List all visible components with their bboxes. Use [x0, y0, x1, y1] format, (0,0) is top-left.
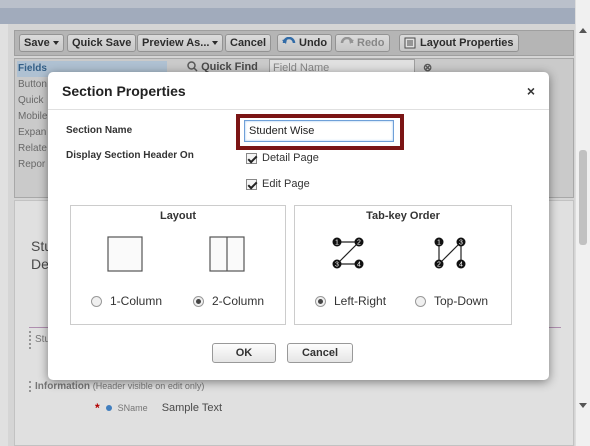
layout-panel-title: Layout	[159, 210, 197, 222]
page-scrollbar[interactable]	[575, 0, 590, 446]
tabkey-order-panel: Tab-key Order 1 2 3 4 1 3 2 4 Left-Right…	[294, 205, 512, 325]
svg-text:2: 2	[437, 262, 441, 269]
edit-page-checkbox-row[interactable]: Edit Page	[246, 178, 310, 190]
section-properties-dialog: Section Properties × Section Name Displa…	[48, 72, 549, 380]
top-down-option[interactable]: Top-Down	[415, 294, 488, 308]
scroll-down-icon[interactable]	[579, 403, 587, 408]
section-name-label: Section Name	[66, 125, 133, 136]
left-right-radio[interactable]	[315, 295, 326, 307]
detail-page-checkbox-row[interactable]: Detail Page	[246, 152, 319, 164]
scroll-up-icon[interactable]	[579, 28, 587, 33]
top-down-label: Top-Down	[434, 294, 489, 308]
top-down-radio[interactable]	[415, 295, 426, 307]
dialog-header: Section Properties ×	[48, 72, 549, 110]
scroll-thumb[interactable]	[579, 150, 587, 245]
edit-page-checkbox[interactable]	[246, 178, 257, 190]
display-header-label: Display Section Header On	[66, 150, 194, 161]
one-column-layout-icon[interactable]	[107, 236, 143, 272]
dialog-title: Section Properties	[62, 83, 186, 99]
svg-text:4: 4	[357, 262, 361, 269]
one-column-label: 1-Column	[110, 294, 163, 308]
left-right-order-icon[interactable]: 1 2 3 4	[331, 236, 365, 270]
svg-text:3: 3	[335, 262, 339, 269]
one-column-radio[interactable]	[91, 295, 102, 307]
svg-text:1: 1	[335, 240, 339, 247]
two-column-option[interactable]: 2-Column	[193, 294, 264, 308]
two-column-layout-icon[interactable]	[209, 236, 245, 272]
two-column-label: 2-Column	[212, 294, 265, 308]
svg-text:4: 4	[459, 262, 463, 269]
detail-page-checkbox[interactable]	[246, 152, 257, 164]
two-column-radio[interactable]	[193, 295, 204, 307]
cancel-button[interactable]: Cancel	[287, 343, 353, 363]
svg-text:2: 2	[357, 240, 361, 247]
section-name-input[interactable]	[244, 120, 394, 142]
left-right-label: Left-Right	[334, 294, 387, 308]
left-right-option[interactable]: Left-Right	[315, 294, 386, 308]
detail-page-label: Detail Page	[262, 152, 319, 164]
tabkey-panel-title: Tab-key Order	[366, 210, 440, 222]
svg-text:3: 3	[459, 240, 463, 247]
ok-button[interactable]: OK	[212, 343, 276, 363]
edit-page-label: Edit Page	[262, 178, 310, 190]
close-icon[interactable]: ×	[527, 83, 535, 99]
layout-panel: Layout 1-Column 2-Column	[70, 205, 286, 325]
top-down-order-icon[interactable]: 1 3 2 4	[433, 236, 467, 270]
one-column-option[interactable]: 1-Column	[91, 294, 162, 308]
svg-text:1: 1	[437, 240, 441, 247]
